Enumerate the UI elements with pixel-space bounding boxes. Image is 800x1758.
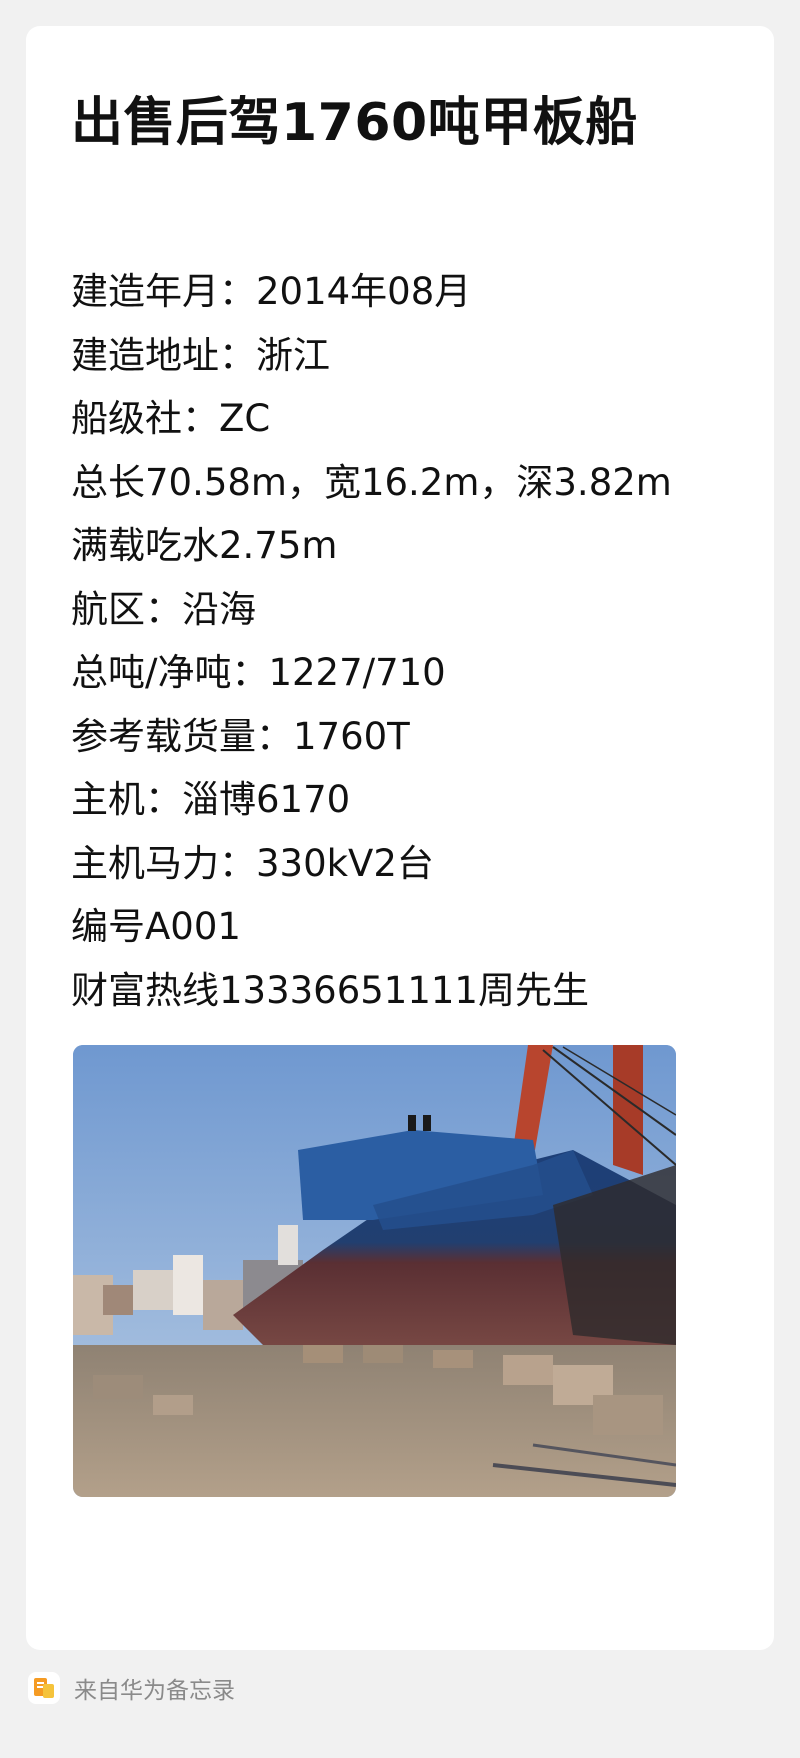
spec-contact-hotline: 财富热线13336651111周先生 [71, 968, 589, 1012]
footer-source-text: 来自华为备忘录 [74, 1678, 235, 1704]
spec-build-date: 建造年月：2014年08月 [71, 270, 472, 313]
spec-cargo-capacity: 参考载货量：1760T [71, 714, 410, 758]
spec-tonnage: 总吨/净吨：1227/710 [71, 651, 446, 694]
ship-photo[interactable] [73, 1045, 676, 1497]
spec-navigation-area: 航区：沿海 [71, 587, 256, 631]
note-title: 出售后驾1760吨甲板船 [71, 93, 638, 153]
spec-classification-society: 船级社：ZC [71, 397, 271, 440]
spec-dimensions: 总长70.58m，宽16.2m，深3.82m [71, 460, 672, 504]
spec-main-engine: 主机：淄博6170 [71, 778, 351, 821]
spec-full-load-draft: 满载吃水2.75m [71, 524, 338, 567]
spec-list: 建造年月：2014年08月 建造地址：浙江 船级社：ZC 总长70.58m，宽1… [71, 260, 672, 1022]
note-card: 出售后驾1760吨甲板船 建造年月：2014年08月 建造地址：浙江 船级社：Z… [26, 26, 774, 1650]
footer-source: 来自华为备忘录 [28, 1670, 235, 1706]
notes-app-icon [28, 1672, 60, 1704]
spec-serial-number: 编号A001 [71, 905, 241, 948]
spec-engine-power: 主机马力：330kV2台 [71, 841, 434, 885]
spec-build-location: 建造地址：浙江 [71, 333, 330, 377]
